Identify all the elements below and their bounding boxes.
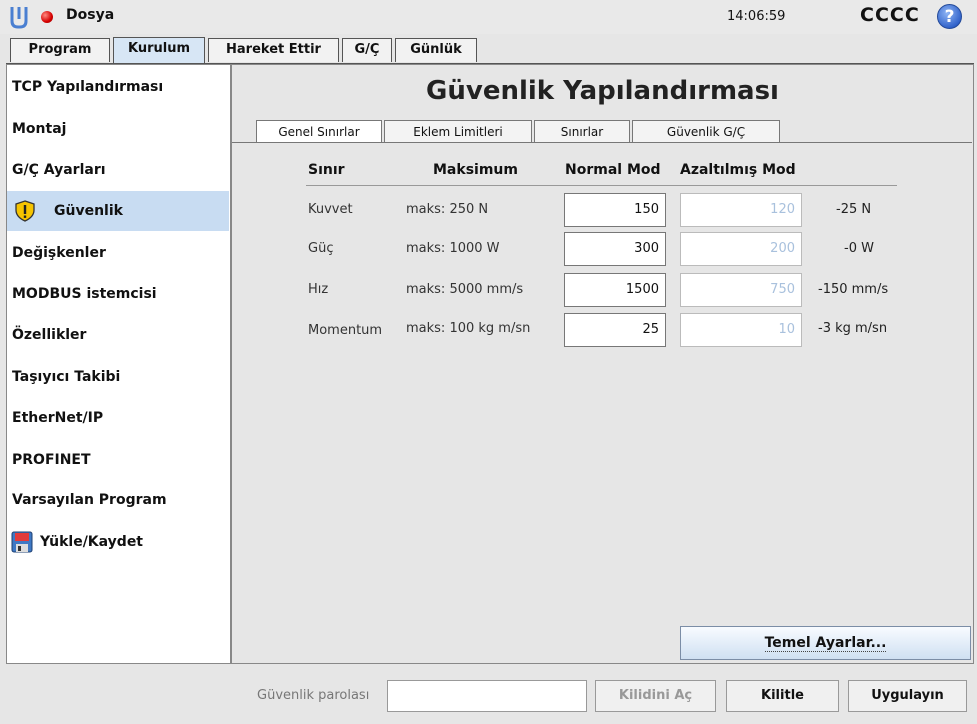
row-max-force: maks: 250 N xyxy=(406,202,489,217)
subtab-safety-io[interactable]: Güvenlik G/Ç xyxy=(632,120,780,142)
sidebar-item-modbus[interactable]: MODBUS istemcisi xyxy=(7,274,229,314)
power-reduced-input[interactable]: 200 xyxy=(680,232,802,266)
sidebar-item-load-save[interactable]: Yükle/Kaydet xyxy=(7,522,229,562)
robot-name: CCCC xyxy=(860,4,920,26)
floppy-disk-icon xyxy=(11,531,33,553)
header-divider xyxy=(306,185,897,186)
row-label-power: Güç xyxy=(308,241,334,256)
header-normal-mode: Normal Mod xyxy=(565,162,661,178)
subtab-joint-limits[interactable]: Eklem Limitleri xyxy=(384,120,532,142)
force-reduced-input[interactable]: 120 xyxy=(680,193,802,227)
tab-io[interactable]: G/Ç xyxy=(342,38,392,62)
unlock-button[interactable]: Kilidini Aç xyxy=(595,680,716,712)
power-delta: -0 W xyxy=(844,241,874,256)
sidebar-item-ethernet-ip[interactable]: EtherNet/IP xyxy=(7,398,229,438)
sidebar-item-tcp[interactable]: TCP Yapılandırması xyxy=(7,67,229,107)
help-icon[interactable]: ? xyxy=(937,4,962,29)
ur-logo-icon xyxy=(10,7,28,29)
sidebar-item-default-program[interactable]: Varsayılan Program xyxy=(7,480,229,520)
page-title: Güvenlik Yapılandırması xyxy=(426,76,779,106)
sidebar-item-safety[interactable]: Güvenlik xyxy=(7,191,229,231)
basic-settings-button[interactable]: Temel Ayarlar... xyxy=(680,626,971,660)
subtab-boundaries[interactable]: Sınırlar xyxy=(534,120,630,142)
speed-reduced-input[interactable]: 750 xyxy=(680,273,802,307)
apply-button[interactable]: Uygulayın xyxy=(848,680,967,712)
sidebar-item-variables[interactable]: Değişkenler xyxy=(7,233,229,273)
password-label: Güvenlik parolası xyxy=(257,688,370,703)
sidebar-item-io-setup[interactable]: G/Ç Ayarları xyxy=(7,150,229,190)
clock: 14:06:59 xyxy=(727,9,786,24)
force-delta: -25 N xyxy=(836,202,872,217)
sidebar-item-mounting[interactable]: Montaj xyxy=(7,109,229,149)
force-normal-input[interactable]: 150 xyxy=(564,193,666,227)
momentum-reduced-input[interactable]: 10 xyxy=(680,313,802,347)
sidebar-item-conveyor[interactable]: Taşıyıcı Takibi xyxy=(7,357,229,397)
row-label-force: Kuvvet xyxy=(308,202,353,217)
row-max-momentum: maks: 100 kg m/sn xyxy=(406,321,531,336)
sidebar-item-features[interactable]: Özellikler xyxy=(7,315,229,355)
subtab-general-limits[interactable]: Genel Sınırlar xyxy=(256,120,382,142)
power-normal-input[interactable]: 300 xyxy=(564,232,666,266)
sidebar-item-label: Yükle/Kaydet xyxy=(40,534,144,550)
file-menu[interactable]: Dosya xyxy=(66,7,114,23)
tab-move[interactable]: Hareket Ettir xyxy=(208,38,339,62)
header-reduced-mode: Azaltılmış Mod xyxy=(680,162,796,178)
header-limit: Sınır xyxy=(308,162,345,178)
sidebar-item-profinet[interactable]: PROFINET xyxy=(7,440,229,480)
momentum-delta: -3 kg m/sn xyxy=(818,321,888,336)
row-max-speed: maks: 5000 mm/s xyxy=(406,282,524,297)
lock-button[interactable]: Kilitle xyxy=(726,680,839,712)
shield-warning-icon xyxy=(15,200,35,222)
robot-status-icon xyxy=(41,11,53,23)
momentum-normal-input[interactable]: 25 xyxy=(564,313,666,347)
speed-normal-input[interactable]: 1500 xyxy=(564,273,666,307)
sidebar-item-label: Güvenlik xyxy=(54,203,123,219)
tab-log[interactable]: Günlük xyxy=(395,38,477,62)
speed-delta: -150 mm/s xyxy=(818,282,889,297)
basic-settings-label: Temel Ayarlar... xyxy=(764,635,887,652)
tab-installation[interactable]: Kurulum xyxy=(113,37,205,63)
row-label-momentum: Momentum xyxy=(308,323,383,338)
row-max-power: maks: 1000 W xyxy=(406,241,500,256)
tab-program[interactable]: Program xyxy=(10,38,110,62)
header-maximum: Maksimum xyxy=(433,162,518,178)
row-label-speed: Hız xyxy=(308,282,329,297)
top-bar xyxy=(0,0,977,34)
safety-password-input[interactable] xyxy=(387,680,587,712)
